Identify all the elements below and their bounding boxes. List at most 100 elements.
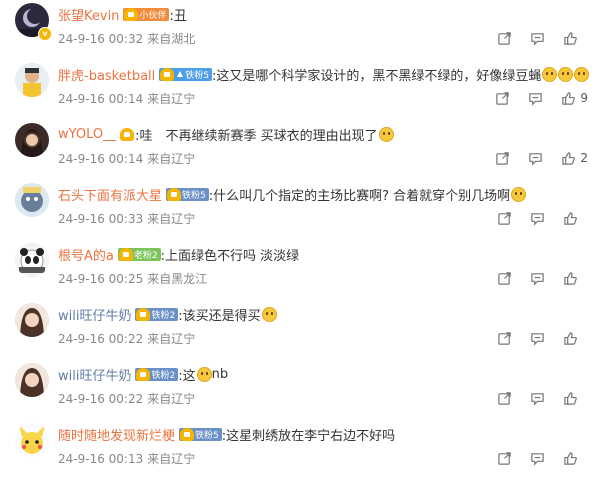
comment-actions: 2 — [477, 150, 588, 166]
like-button[interactable]: 2 — [561, 151, 588, 166]
share-button[interactable] — [497, 31, 512, 46]
fan-badge-label: 铁粉2 — [151, 310, 176, 321]
comment-actions — [479, 30, 588, 46]
comment-actions — [479, 270, 588, 286]
crown-icon — [136, 367, 151, 381]
fan-badge: 老粉2 — [117, 247, 161, 261]
comment-meta: 24-9-16 00:25 来自黑龙江 — [58, 270, 211, 287]
share-button[interactable] — [497, 271, 512, 286]
crown-icon — [180, 427, 195, 441]
reply-button[interactable] — [528, 151, 543, 166]
comment-item: 随时随地发现新烂梗 铁粉5:这星刺绣放在李宁右边不好吗 24-9-16 00:13 来… — [0, 423, 600, 483]
reply-button[interactable] — [530, 31, 545, 46]
like-count: 9 — [580, 91, 588, 105]
username-link[interactable]: 胖虎-basketball — [58, 65, 155, 84]
share-button[interactable] — [495, 151, 510, 166]
emoji-icon — [511, 186, 527, 202]
location: 来自辽宁 — [147, 392, 196, 406]
reply-button[interactable] — [530, 451, 545, 466]
share-button[interactable] — [495, 91, 510, 106]
comment-actions — [479, 330, 588, 346]
fan-badge: 铁粉5 — [179, 427, 222, 441]
like-button[interactable] — [563, 451, 588, 466]
username-link[interactable]: 张望Kevin — [58, 5, 119, 24]
comment-icon — [530, 451, 545, 466]
location: 来自黑龙江 — [147, 272, 208, 286]
thumbs-up-icon — [563, 31, 578, 46]
emoji-icon — [196, 366, 212, 382]
comment-text: :哇 不再继续新赛季 买球衣的理由出现了 — [135, 128, 378, 144]
avatar[interactable] — [15, 423, 49, 457]
username-link[interactable]: 随时随地发现新烂梗 — [58, 425, 175, 444]
username-link[interactable]: wili旺仔牛奶 — [58, 365, 131, 384]
comment-actions: 9 — [477, 90, 588, 106]
fan-badge — [120, 127, 135, 141]
comment-meta: 24-9-16 00:22 来自辽宁 — [58, 330, 199, 347]
thumbs-up-icon — [563, 271, 578, 286]
reply-button[interactable] — [528, 91, 543, 106]
crown-icon — [160, 67, 175, 81]
comment-item: wYOLO__:哇 不再继续新赛季 买球衣的理由出现了 24-9-16 00:14… — [0, 123, 600, 183]
share-button[interactable] — [497, 331, 512, 346]
like-button[interactable] — [563, 391, 588, 406]
fan-badge-label: 老粉2 — [133, 250, 158, 261]
like-button[interactable] — [563, 331, 588, 346]
avatar[interactable] — [15, 363, 49, 397]
timestamp: 24-9-16 00:32 — [58, 32, 144, 46]
comment-meta: 24-9-16 00:32 来自湖北 — [58, 30, 199, 47]
reply-button[interactable] — [530, 211, 545, 226]
avatar[interactable] — [15, 243, 49, 277]
username-link[interactable]: wili旺仔牛奶 — [58, 305, 131, 324]
like-button[interactable] — [563, 271, 588, 286]
comment-feed: v 张望Kevin 小伙伴:丑 24-9-16 00:32 来自湖北胖虎-basketb… — [0, 0, 600, 466]
username-link[interactable]: 石头下面有派大星 — [58, 185, 162, 204]
avatar[interactable] — [15, 63, 49, 97]
comment-icon — [530, 31, 545, 46]
crown-icon — [167, 187, 182, 201]
reply-button[interactable] — [530, 331, 545, 346]
avatar[interactable] — [15, 303, 49, 337]
comment-item: v 张望Kevin 小伙伴:丑 24-9-16 00:32 来自湖北 — [0, 3, 600, 63]
like-button[interactable]: 9 — [561, 91, 588, 106]
share-icon — [497, 451, 512, 466]
comment-actions — [479, 390, 588, 406]
comment-line: wYOLO__ :哇 不再继续新赛季 买球衣的理由出现了 — [58, 124, 394, 144]
crown-icon — [136, 307, 151, 321]
comment-line: 随时随地发现新烂梗 铁粉5:这星刺绣放在李宁右边不好吗 — [58, 424, 395, 444]
comment-item: wili旺仔牛奶 铁粉2:这 nb 24-9-16 00:22 来自辽宁 — [0, 363, 600, 423]
reply-button[interactable] — [530, 391, 545, 406]
location: 来自辽宁 — [147, 212, 196, 226]
comment-actions — [479, 450, 588, 466]
avatar[interactable] — [15, 123, 49, 157]
comment-meta: 24-9-16 00:22 来自辽宁 — [58, 390, 199, 407]
username-link[interactable]: wYOLO__ — [58, 127, 116, 142]
fan-badge-label: 铁粉5 — [185, 70, 210, 81]
share-icon — [497, 31, 512, 46]
thumbs-up-icon — [561, 91, 576, 106]
share-icon — [497, 211, 512, 226]
thumbs-up-icon — [561, 151, 576, 166]
comment-icon — [530, 391, 545, 406]
thumbs-up-icon — [563, 451, 578, 466]
timestamp: 24-9-16 00:25 — [58, 272, 144, 286]
share-icon — [497, 391, 512, 406]
location: 来自湖北 — [147, 32, 196, 46]
crown-icon — [118, 247, 133, 261]
comment-item: wili旺仔牛奶 铁粉2:该买还是得买 24-9-16 00:22 来自辽宁 — [0, 303, 600, 363]
location: 来自辽宁 — [147, 152, 196, 166]
avatar[interactable] — [15, 183, 49, 217]
share-button[interactable] — [497, 451, 512, 466]
share-button[interactable] — [497, 391, 512, 406]
fan-badge: 铁粉2 — [135, 307, 179, 321]
timestamp: 24-9-16 00:33 — [58, 212, 144, 226]
share-icon — [495, 91, 510, 106]
reply-button[interactable] — [530, 271, 545, 286]
username-link[interactable]: 根号A的a — [58, 245, 114, 264]
share-button[interactable] — [497, 211, 512, 226]
comment-meta: 24-9-16 00:13 来自辽宁 — [58, 450, 199, 467]
timestamp: 24-9-16 00:14 — [58, 92, 144, 106]
like-button[interactable] — [563, 31, 588, 46]
comment-item: 根号A的a 老粉2:上面绿色不行吗 淡淡绿 24-9-16 00:25 来自黑龙江 — [0, 243, 600, 303]
like-button[interactable] — [563, 211, 588, 226]
comment-line: 根号A的a 老粉2:上面绿色不行吗 淡淡绿 — [58, 244, 299, 264]
